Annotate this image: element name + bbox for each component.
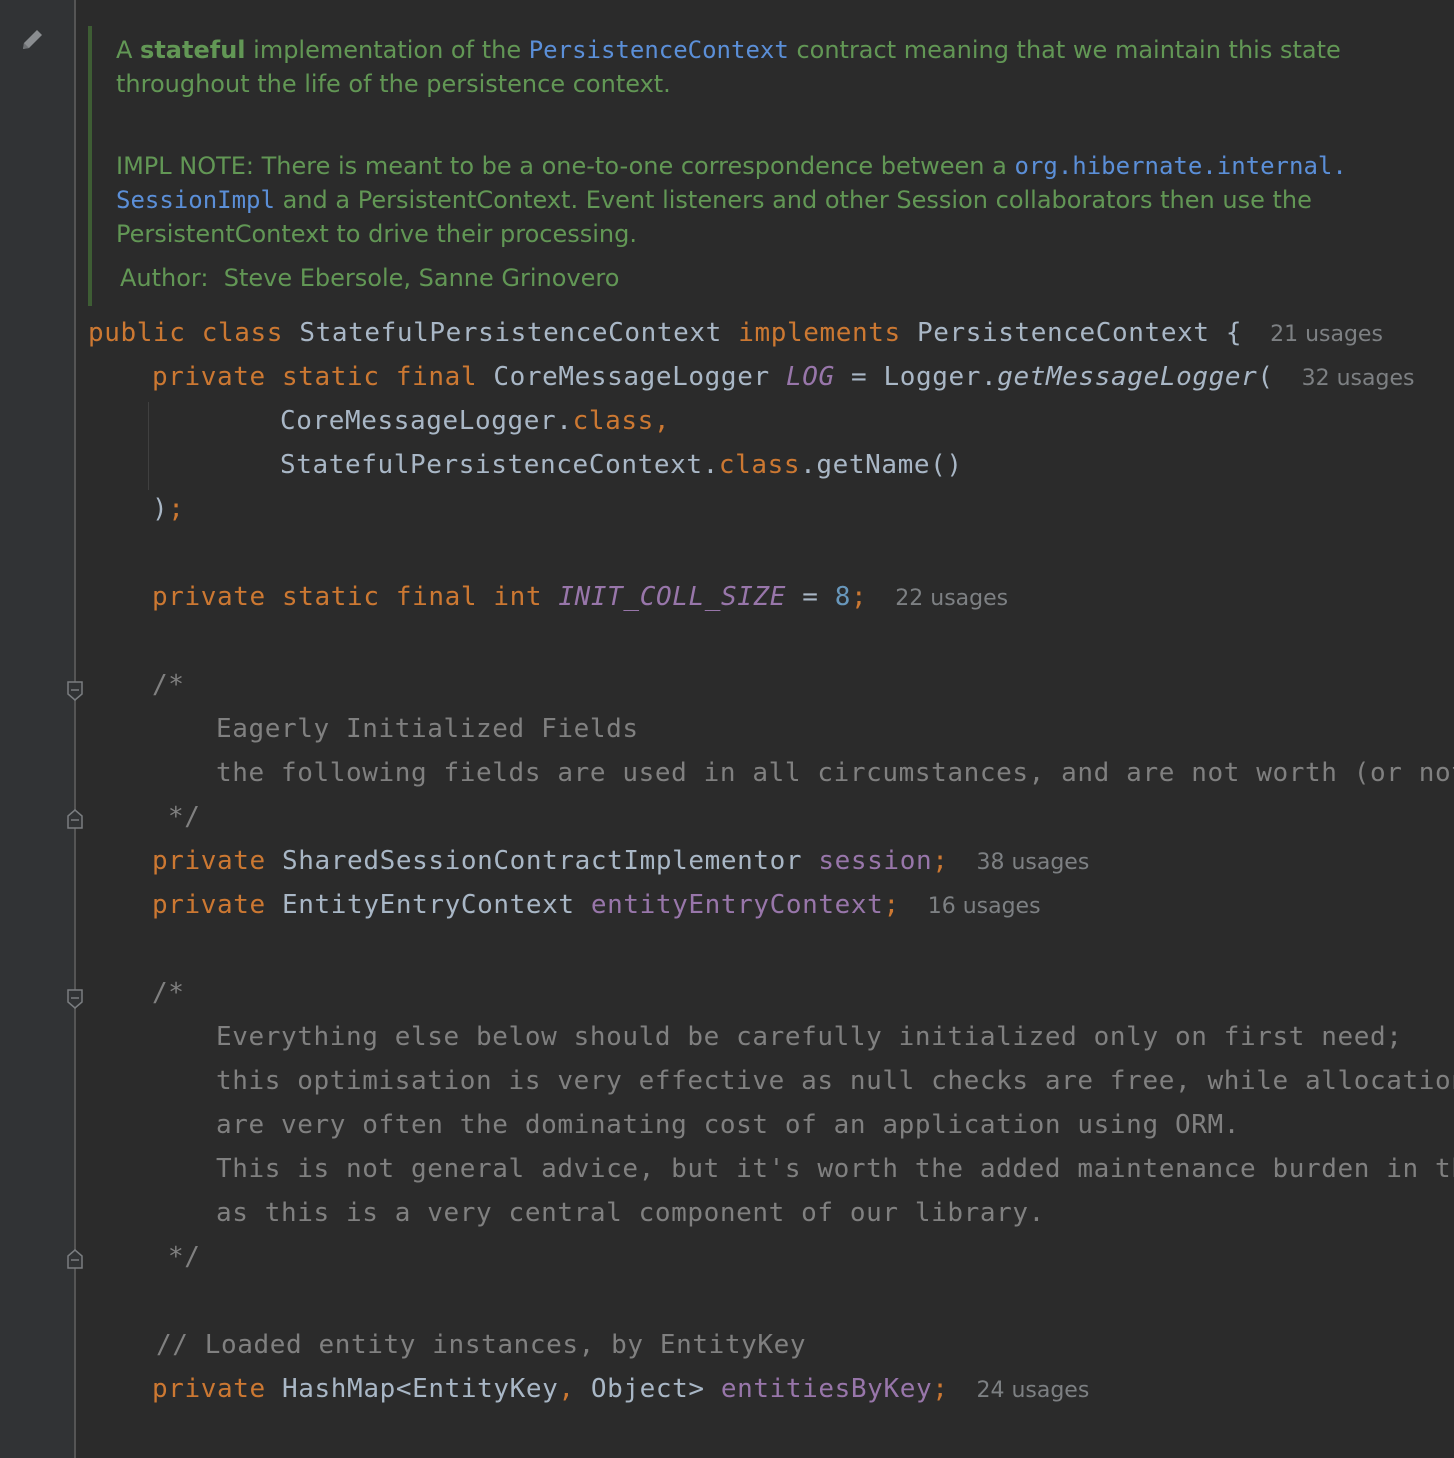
javadoc-author: Author: Steve Ebersole, Sanne Grinovero	[120, 264, 620, 292]
block-comment-close: */	[168, 802, 201, 832]
fold-start-icon[interactable]	[66, 680, 84, 702]
block-comment-line: Eagerly Initialized Fields	[216, 714, 639, 744]
logger-declaration: private static final CoreMessageLogger L…	[152, 362, 1415, 392]
fold-start-icon[interactable]	[66, 988, 84, 1010]
block-comment-line: This is not general advice, but it's wor…	[216, 1154, 1454, 1184]
usages-hint[interactable]: 21 usages	[1270, 322, 1383, 347]
class-name: StatefulPersistenceContext	[299, 318, 722, 348]
javadoc-bold: stateful	[140, 36, 246, 64]
edit-pencil-icon[interactable]	[18, 26, 46, 54]
usages-hint[interactable]: 16 usages	[928, 894, 1041, 919]
editor-gutter	[0, 0, 76, 1458]
block-comment-line: are very often the dominating cost of an…	[216, 1110, 1240, 1140]
entities-by-key-declaration: private HashMap<EntityKey, Object> entit…	[152, 1374, 1090, 1404]
usages-hint[interactable]: 24 usages	[976, 1378, 1089, 1403]
block-comment-open: /*	[152, 670, 185, 700]
line-comment: // Loaded entity instances, by EntityKey	[156, 1330, 807, 1360]
javadoc-line: A stateful implementation of the Persist…	[116, 36, 1341, 64]
block-comment-line: as this is a very central component of o…	[216, 1198, 1045, 1228]
block-comment-line: Everything else below should be carefull…	[216, 1022, 1403, 1052]
interface-name: PersistenceContext	[917, 318, 1210, 348]
fold-end-icon[interactable]	[66, 808, 84, 830]
logger-argument: CoreMessageLogger.class,	[280, 406, 671, 436]
javadoc-link[interactable]: PersistenceContext	[529, 36, 789, 64]
javadoc-line: PersistentContext to drive their process…	[116, 220, 637, 248]
block-comment-line: the following fields are used in all cir…	[216, 758, 1454, 788]
javadoc-link[interactable]: org.hibernate.internal.	[1014, 152, 1346, 180]
class-declaration: public class StatefulPersistenceContext …	[88, 318, 1383, 348]
init-size-declaration: private static final int INIT_COLL_SIZE …	[152, 582, 1009, 612]
entity-entry-context-declaration: private EntityEntryContext entityEntryCo…	[152, 890, 1041, 920]
javadoc-block: A stateful implementation of the Persist…	[88, 26, 1428, 306]
usages-hint[interactable]: 32 usages	[1302, 366, 1415, 391]
javadoc-link[interactable]: SessionImpl	[116, 186, 275, 214]
block-comment-close: */	[168, 1242, 201, 1272]
logger-argument: StatefulPersistenceContext.class.getName…	[280, 450, 963, 480]
session-field-declaration: private SharedSessionContractImplementor…	[152, 846, 1090, 876]
usages-hint[interactable]: 38 usages	[976, 850, 1089, 875]
javadoc-line: throughout the life of the persistence c…	[116, 70, 671, 98]
fold-end-icon[interactable]	[66, 1248, 84, 1270]
logger-close: );	[152, 494, 185, 524]
usages-hint[interactable]: 22 usages	[895, 586, 1008, 611]
indent-guide	[148, 402, 149, 490]
block-comment-open: /*	[152, 978, 185, 1008]
javadoc-line: SessionImpl and a PersistentContext. Eve…	[116, 186, 1312, 214]
block-comment-line: this optimisation is very effective as n…	[216, 1066, 1454, 1096]
javadoc-line: IMPL NOTE: There is meant to be a one-to…	[116, 152, 1347, 180]
